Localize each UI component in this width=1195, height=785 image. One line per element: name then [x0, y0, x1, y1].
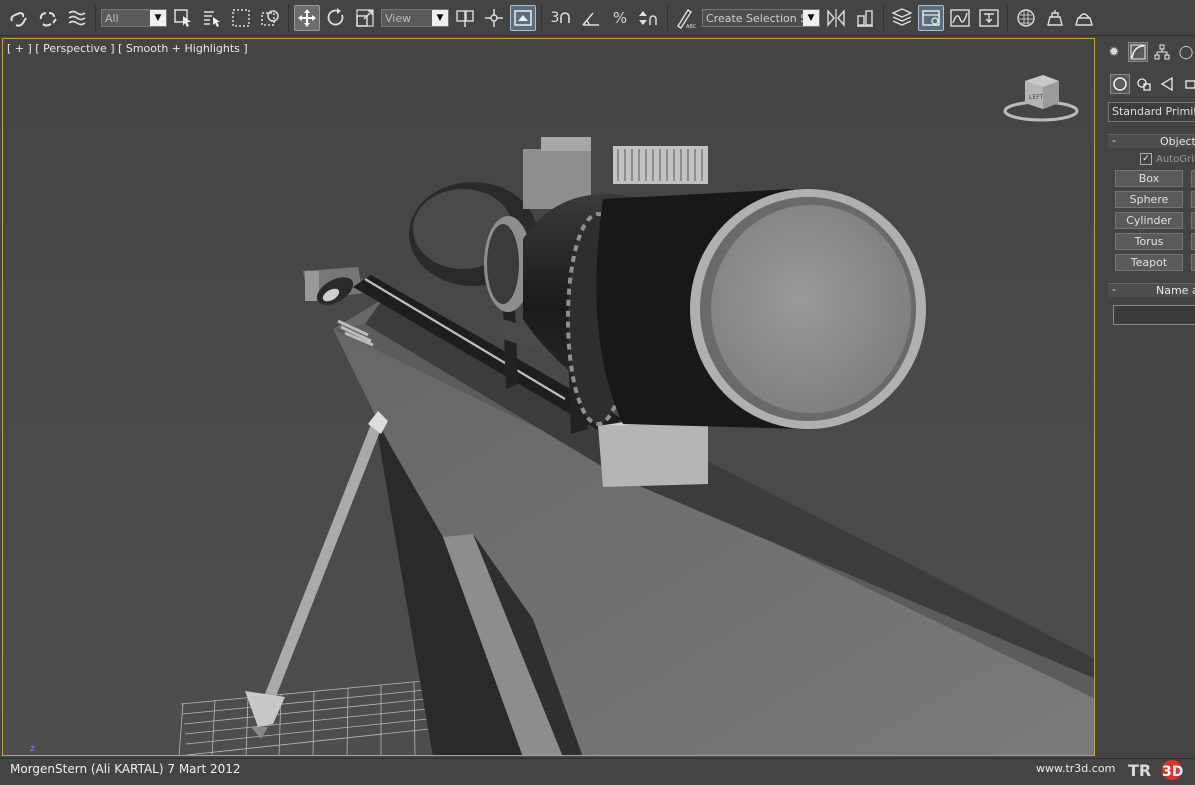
selection-filter-value: All — [105, 11, 119, 25]
sphere-button[interactable]: Sphere — [1115, 191, 1183, 208]
scene-explorer-icon[interactable] — [918, 4, 944, 31]
autogrid-check-icon: ✓ — [1140, 153, 1152, 165]
tube-button[interactable] — [1191, 212, 1195, 229]
reference-coordinate-value: View — [385, 11, 412, 25]
box-button[interactable]: Box — [1115, 170, 1183, 187]
angle-snap-toggle-icon[interactable] — [578, 5, 604, 31]
name-and-color-rollout-header[interactable]: - Name and Color — [1108, 283, 1195, 297]
curve-editor-icon[interactable] — [947, 5, 973, 31]
object-type-rollout-title: Object Type — [1160, 135, 1195, 148]
toolbar-separator — [667, 4, 668, 31]
hierarchy-tab-icon[interactable] — [1152, 42, 1172, 62]
create-category-row — [1110, 74, 1195, 94]
rectangular-selection-region-icon[interactable] — [228, 5, 254, 31]
percent-snap-toggle-icon[interactable]: % — [607, 5, 633, 31]
cylinder-button[interactable]: Cylinder — [1115, 212, 1183, 229]
toolbar-separator — [95, 4, 96, 31]
main-toolbar: All ▼ View ▼ 3 % ABC Create Selection Se… — [0, 0, 1195, 36]
snap-value: 3 — [550, 9, 560, 26]
select-and-move-icon[interactable] — [294, 4, 320, 31]
selection-filter-dropdown[interactable]: All ▼ — [101, 8, 167, 27]
named-selection-sets-dropdown[interactable]: Create Selection Se ▼ — [702, 8, 820, 27]
align-icon[interactable] — [852, 5, 878, 31]
tr3d-logo: TR 3D — [1127, 759, 1189, 781]
chevron-down-icon: ▼ — [150, 9, 166, 26]
keyboard-shortcut-override-icon[interactable] — [510, 4, 536, 31]
pivot-point-center-icon[interactable] — [452, 5, 478, 31]
edit-named-selection-icon[interactable]: ABC — [673, 5, 699, 31]
toolbar-separator — [1007, 4, 1008, 31]
status-bar: MorgenStern (Ali KARTAL) 7 Mart 2012 www… — [0, 758, 1195, 782]
snaps-toggle-icon[interactable]: 3 — [547, 5, 575, 31]
render-production-icon[interactable] — [1071, 5, 1097, 31]
pyramid-button[interactable] — [1191, 233, 1195, 250]
schematic-view-icon[interactable] — [976, 5, 1002, 31]
motion-tab-icon[interactable]: ◯ — [1176, 42, 1195, 62]
spinner-snap-toggle-icon[interactable] — [636, 5, 662, 31]
reference-coordinate-dropdown[interactable]: View ▼ — [381, 8, 449, 27]
cameras-category-icon[interactable] — [1182, 74, 1195, 94]
chevron-down-icon: ▼ — [432, 9, 448, 26]
viewcube[interactable]: LEFT — [1003, 71, 1083, 126]
select-by-name-icon[interactable] — [199, 5, 225, 31]
svg-text:ABC: ABC — [686, 24, 697, 29]
logo-3d-text: 3D — [1162, 764, 1183, 780]
viewport-label[interactable]: [ + ] [ Perspective ] [ Smooth + Highlig… — [7, 42, 248, 55]
modify-tab-icon[interactable] — [1128, 42, 1148, 62]
geometry-category-icon[interactable] — [1110, 74, 1130, 94]
material-editor-icon[interactable] — [1013, 5, 1039, 31]
select-object-icon[interactable] — [170, 5, 196, 31]
select-and-link-icon[interactable] — [6, 5, 32, 31]
render-setup-icon[interactable] — [1042, 5, 1068, 31]
geometry-type-dropdown[interactable]: Standard Primitives — [1108, 102, 1195, 122]
bind-to-space-warp-icon[interactable] — [64, 5, 90, 31]
command-panel-tabs: ✹ ◯ — [1104, 42, 1195, 62]
teapot-button[interactable]: Teapot — [1115, 254, 1183, 271]
collapse-minus-icon: - — [1112, 134, 1116, 147]
percent-glyph: % — [612, 8, 628, 27]
name-and-color-rollout-title: Name and Color — [1156, 284, 1195, 297]
viewport-scene: z — [3, 39, 1094, 755]
select-and-scale-icon[interactable] — [352, 5, 378, 31]
toolbar-separator — [288, 4, 289, 31]
chevron-down-icon: ▼ — [803, 9, 819, 26]
plane-button[interactable] — [1191, 254, 1195, 271]
select-and-manipulate-icon[interactable] — [481, 5, 507, 31]
shapes-category-icon[interactable] — [1134, 74, 1154, 94]
layer-manager-icon[interactable] — [889, 5, 915, 31]
perspective-viewport[interactable]: [ + ] [ Perspective ] [ Smooth + Highlig… — [2, 38, 1095, 756]
create-tab-icon[interactable]: ✹ — [1104, 42, 1124, 62]
mirror-icon[interactable] — [823, 5, 849, 31]
autogrid-label: AutoGrid — [1156, 153, 1195, 165]
window-crossing-icon[interactable] — [257, 5, 283, 31]
website-text: www.tr3d.com — [1036, 762, 1116, 775]
viewcube-face-label: LEFT — [1029, 94, 1043, 101]
lights-category-icon[interactable] — [1158, 74, 1178, 94]
unlink-selection-icon[interactable] — [35, 5, 61, 31]
cone-button[interactable] — [1191, 170, 1195, 187]
autogrid-checkbox[interactable]: ✓ AutoGrid — [1140, 153, 1195, 165]
collapse-minus-icon: - — [1112, 283, 1116, 296]
object-name-input[interactable] — [1113, 305, 1195, 325]
axis-z-label: z — [30, 744, 35, 754]
named-selection-placeholder: Create Selection Se — [706, 11, 814, 25]
command-panel: ✹ ◯ Standard Primitives - Object Type ✓ … — [1100, 38, 1195, 756]
toolbar-separator — [541, 4, 542, 31]
select-and-rotate-icon[interactable] — [323, 5, 349, 31]
torus-button[interactable]: Torus — [1115, 233, 1183, 250]
author-credit: MorgenStern (Ali KARTAL) 7 Mart 2012 — [10, 762, 241, 776]
object-type-rollout-header[interactable]: - Object Type — [1108, 134, 1195, 148]
toolbar-separator — [883, 4, 884, 31]
logo-tr-text: TR — [1128, 761, 1151, 780]
geosphere-button[interactable] — [1191, 191, 1195, 208]
